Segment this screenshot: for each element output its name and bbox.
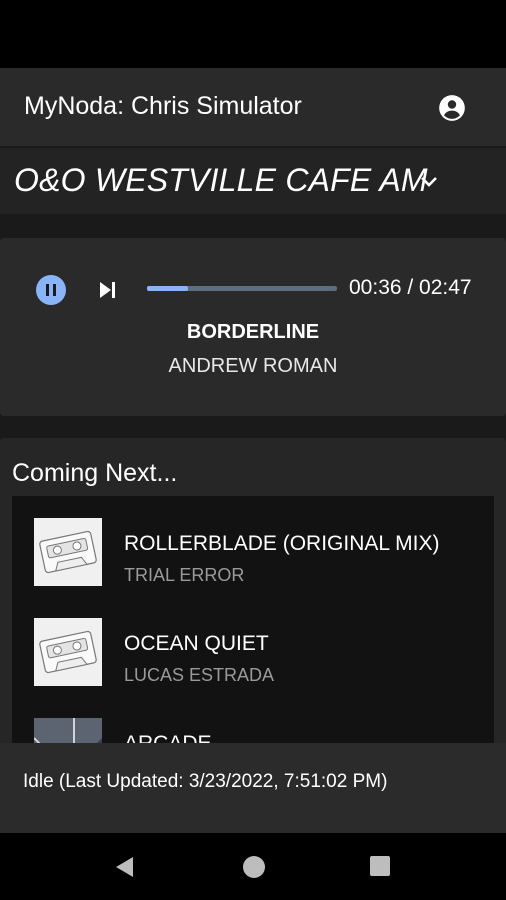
app-bar: MyNoda: Chris Simulator	[0, 68, 506, 146]
queue-list: ROLLERBLADE (ORIGINAL MIX) TRIAL ERROR O…	[12, 496, 494, 743]
playback-time: 00:36 / 02:47	[349, 276, 472, 299]
location-selector[interactable]: O&O WESTVILLE CAFE AM	[0, 148, 506, 214]
location-name: O&O WESTVILLE CAFE AM	[14, 162, 428, 198]
queue-heading: Coming Next...	[12, 459, 178, 487]
status-text: Idle (Last Updated: 3/23/2022, 7:51:02 P…	[23, 771, 388, 792]
cassette-icon	[34, 518, 102, 586]
pause-icon[interactable]	[36, 275, 66, 305]
now-playing-artist: ANDREW ROMAN	[168, 355, 338, 377]
now-playing-card: 00:36 / 02:47 BORDERLINE ANDREW ROMAN	[0, 238, 506, 416]
queue-item-title: ROLLERBLADE (ORIGINAL MIX)	[124, 532, 440, 555]
progress-bar[interactable]	[147, 286, 337, 291]
account-circle-icon[interactable]	[438, 94, 466, 122]
status-footer: Idle (Last Updated: 3/23/2022, 7:51:02 P…	[0, 743, 506, 833]
skip-next-icon[interactable]	[96, 278, 120, 302]
list-item[interactable]: ARCADE	[12, 696, 494, 743]
queue-item-title: ARCADE	[124, 732, 212, 743]
system-nav-bar	[0, 833, 506, 900]
progress-fill	[147, 286, 189, 291]
status-bar	[0, 0, 506, 68]
queue-item-artist: TRIAL ERROR	[124, 565, 245, 585]
queue-item-title: OCEAN QUIET	[124, 632, 269, 655]
home-icon[interactable]	[243, 856, 265, 878]
back-icon[interactable]	[113, 855, 137, 879]
queue-item-artist: LUCAS ESTRADA	[124, 665, 275, 685]
cassette-icon	[34, 618, 102, 686]
coming-next-section: Coming Next... ROLLERBLADE (ORIGINAL MIX…	[0, 438, 506, 743]
app-title: MyNoda: Chris Simulator	[24, 92, 302, 120]
list-item[interactable]: OCEAN QUIET LUCAS ESTRADA	[12, 596, 494, 696]
main-content: O&O WESTVILLE CAFE AM 00:36 / 02:47 BORD…	[0, 146, 506, 743]
now-playing-title: BORDERLINE	[186, 321, 320, 343]
list-item[interactable]: ROLLERBLADE (ORIGINAL MIX) TRIAL ERROR	[12, 496, 494, 596]
recent-apps-icon[interactable]	[370, 856, 390, 876]
chevron-down-icon[interactable]	[418, 174, 440, 190]
album-art	[34, 718, 102, 743]
